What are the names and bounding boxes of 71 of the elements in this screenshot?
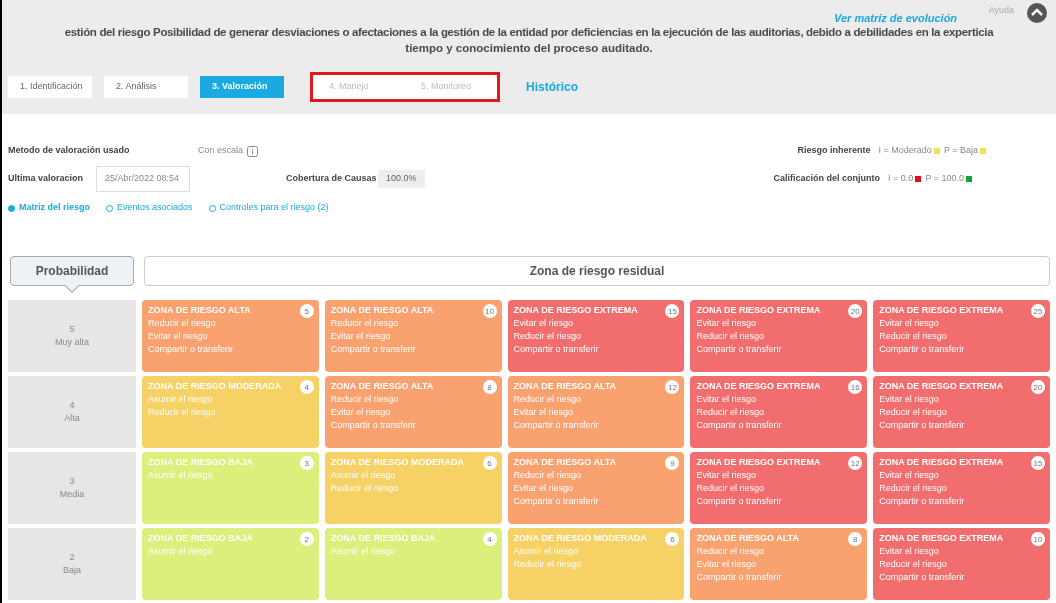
score-badge: 8 bbox=[482, 380, 497, 394]
view-radio-tab[interactable]: Eventos asociados bbox=[106, 201, 193, 215]
field-value: Con escala bbox=[198, 144, 244, 158]
risk-zone-cell: ZONA DE RIESGO EXTREMA Evitar el riesgo Reducir el riesgo Compartir o transferir 25 bbox=[873, 300, 1050, 372]
score-badge: 25 bbox=[1031, 304, 1045, 318]
risk-zone-cell: ZONA DE RIESGO EXTREMA Evitar el riesgo Reducir el riesgo Compartir o transferir 15 bbox=[507, 300, 685, 372]
field-label: Riesgo inherente bbox=[797, 144, 871, 158]
score-badge: 12 bbox=[848, 456, 863, 470]
score-badge: 12 bbox=[665, 380, 680, 394]
probability-header: Probabilidad bbox=[10, 256, 134, 286]
probability-level: 3 Media bbox=[8, 452, 136, 524]
rating-text: P = Baja bbox=[943, 144, 978, 158]
field-label: Ultima valoracion bbox=[8, 172, 85, 186]
step-tab[interactable]: 3. Valoración bbox=[200, 76, 284, 98]
score-badge: 6 bbox=[665, 532, 680, 546]
risk-zone-cell: ZONA DE RIESGO MODERADA Asumir el riesgo Reducir el riesgo 4 bbox=[142, 376, 319, 448]
score-badge: 20 bbox=[1031, 380, 1045, 394]
score-badge: 2 bbox=[299, 532, 314, 546]
score-badge: 16 bbox=[848, 380, 863, 394]
score-badge: 10 bbox=[482, 304, 497, 318]
step-tab[interactable]: 1. Identificación bbox=[8, 76, 92, 98]
help-link[interactable]: Ayuda bbox=[988, 4, 1014, 18]
rating-text: I = Moderado bbox=[878, 144, 932, 158]
score-badge: 5 bbox=[299, 304, 314, 318]
probability-level: 5 Muy alta bbox=[8, 300, 136, 372]
score-badge: 6 bbox=[482, 456, 497, 470]
risk-zone-cell: ZONA DE RIESGO BAJA Asumir el riesgo 4 bbox=[324, 528, 502, 600]
risk-zone-cell: ZONA DE RIESGO EXTREMA Evitar el riesgo Reducir el riesgo Compartir o transferir 20 bbox=[690, 300, 868, 372]
score-badge: 15 bbox=[1031, 456, 1045, 470]
view-radio-tab[interactable]: Matriz del riesgo bbox=[8, 201, 90, 215]
score-badge: 10 bbox=[1031, 532, 1045, 546]
field-label: Calificación del conjunto bbox=[773, 172, 881, 186]
score-badge: 9 bbox=[665, 456, 680, 470]
risk-zone-cell: ZONA DE RIESGO EXTREMA Evitar el riesgo Reducir el riesgo Compartir o transferir 16 bbox=[690, 376, 868, 448]
probability-level: 4 Alta bbox=[8, 376, 136, 448]
evolution-matrix-link[interactable]: Ver matriz de evolución bbox=[834, 10, 958, 27]
score-badge: 4 bbox=[482, 532, 497, 546]
view-radio-tab[interactable]: Controles para el riesgo (2) bbox=[208, 201, 329, 215]
risk-zone-cell: ZONA DE RIESGO ALTA Reducir el riesgo Evitar el riesgo Compartir o transferir 5 bbox=[142, 300, 319, 372]
risk-zone-cell: ZONA DE RIESGO EXTREMA Evitar el riesgo Reducir el riesgo Compartir o transferir 20 bbox=[873, 376, 1050, 448]
risk-zone-cell: ZONA DE RIESGO EXTREMA Evitar el riesgo Reducir el riesgo Compartir o transferir 12 bbox=[690, 452, 868, 524]
score-badge: 3 bbox=[299, 456, 314, 470]
score-badge: 8 bbox=[848, 532, 863, 546]
field-label: Cobertura de Causas bbox=[286, 172, 378, 186]
collapse-icon[interactable] bbox=[1026, 2, 1048, 24]
probability-level: 2 Baja bbox=[8, 528, 136, 600]
score-badge: 4 bbox=[299, 380, 314, 394]
risk-zone-cell: ZONA DE RIESGO MODERADA Asumir el riesgo Reducir el riesgo 6 bbox=[507, 528, 685, 600]
field-label: Metodo de valoración usado bbox=[8, 144, 131, 158]
risk-title-end: tiempo y conocimiento del proceso auditado. bbox=[404, 41, 654, 56]
score-badge: 20 bbox=[848, 304, 863, 318]
info-icon[interactable] bbox=[247, 145, 259, 157]
risk-zone-cell: ZONA DE RIESGO ALTA Reducir el riesgo Evitar el riesgo Compartir o transferir 12 bbox=[507, 376, 685, 448]
risk-zone-cell: ZONA DE RIESGO ALTA Reducir el riesgo Evitar el riesgo Compartir o transferir 9 bbox=[507, 452, 685, 524]
step-tab[interactable]: 2. Análisis bbox=[104, 76, 188, 98]
risk-zone-cell: ZONA DE RIESGO BAJA Asumir el riesgo 2 bbox=[142, 528, 319, 600]
risk-zone-cell: ZONA DE RIESGO ALTA Reducir el riesgo Evitar el riesgo Compartir o transferir 10 bbox=[324, 300, 502, 372]
risk-zone-cell: ZONA DE RIESGO MODERADA Asumir el riesgo Reducir el riesgo 6 bbox=[324, 452, 502, 524]
risk-zone-cell: ZONA DE RIESGO EXTREMA Evitar el riesgo Reducir el riesgo Compartir o transferir 15 bbox=[873, 452, 1050, 524]
residual-zone-header: Zona de riesgo residual bbox=[144, 256, 1050, 286]
rating-text: I = 0.0 bbox=[888, 172, 914, 186]
risk-zone-cell: ZONA DE RIESGO ALTA Reducir el riesgo Evitar el riesgo Compartir o transferir 8 bbox=[324, 376, 502, 448]
coverage-badge: 100.0% bbox=[378, 170, 425, 188]
history-link[interactable]: Histórico bbox=[526, 78, 578, 96]
risk-zone-cell: ZONA DE RIESGO BAJA Asumir el riesgo 3 bbox=[142, 452, 319, 524]
risk-zone-cell: ZONA DE RIESGO ALTA Reducir el riesgo Evitar el riesgo Compartir o transferir 8 bbox=[690, 528, 868, 600]
date-field: 25/Abr/2022 08:54 bbox=[96, 166, 190, 192]
risk-title: estión del riesgo Posibilidad de generar desviaciones o afectaciones a la gestión de la entidad por deficiencias en la ejecución de las auditorias, debido a debilidades en la experticia bbox=[63, 25, 995, 40]
score-badge: 15 bbox=[665, 304, 680, 318]
rating-text: P = 100.0 bbox=[925, 172, 964, 186]
risk-zone-cell: ZONA DE RIESGO EXTREMA Evitar el riesgo Reducir el riesgo Compartir o transferir 10 bbox=[873, 528, 1050, 600]
